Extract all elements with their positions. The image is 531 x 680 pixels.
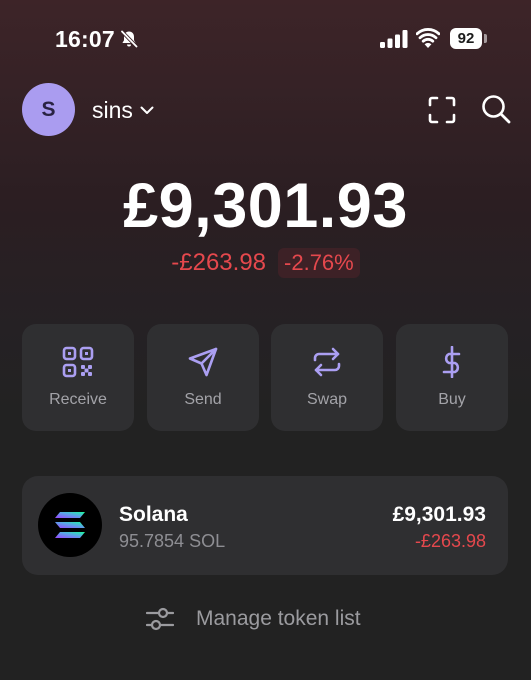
battery-indicator: 92 [450, 28, 482, 49]
avatar[interactable]: S [22, 83, 75, 136]
wifi-icon [416, 28, 440, 48]
receive-button[interactable]: Receive [22, 324, 134, 431]
token-value: £9,301.93 [392, 503, 486, 526]
balance-change-row: -£263.98 -2.76% [0, 248, 531, 278]
balance-change-percent: -2.76% [278, 248, 360, 278]
account-name: sins [92, 96, 133, 123]
token-amount: 95.7854 SOL [119, 531, 226, 551]
buy-button[interactable]: Buy [396, 324, 508, 431]
qr-code-icon [62, 346, 94, 378]
search-icon[interactable] [481, 94, 511, 124]
balance-change-amount: -£263.98 [171, 249, 267, 276]
scan-icon[interactable] [428, 96, 456, 124]
status-time: 16:07 [55, 26, 115, 52]
receive-label: Receive [49, 391, 107, 408]
status-bar: 16:07 92 [0, 0, 531, 78]
bell-muted-icon [120, 30, 138, 48]
account-switcher[interactable]: sins [92, 94, 155, 126]
token-row-solana[interactable]: Solana 95.7854 SOL £9,301.93 -£263.98 [22, 476, 508, 575]
swap-icon [313, 347, 341, 377]
manage-token-list-button[interactable]: Manage token list [146, 603, 361, 635]
send-label: Send [184, 391, 222, 408]
battery-icon [484, 34, 487, 43]
send-icon [188, 347, 218, 377]
buy-label: Buy [438, 391, 466, 408]
signal-icon [380, 30, 408, 48]
token-change: -£263.98 [414, 531, 486, 551]
sliders-icon [146, 607, 174, 631]
manage-token-list-label: Manage token list [196, 607, 361, 630]
token-name: Solana [119, 503, 188, 526]
chevron-down-icon [140, 106, 154, 114]
dollar-icon [442, 346, 461, 378]
send-button[interactable]: Send [147, 324, 259, 431]
total-balance: £9,301.93 [123, 171, 408, 241]
solana-logo-icon [38, 493, 102, 557]
swap-label: Swap [306, 391, 348, 408]
swap-button[interactable]: Swap [271, 324, 383, 431]
